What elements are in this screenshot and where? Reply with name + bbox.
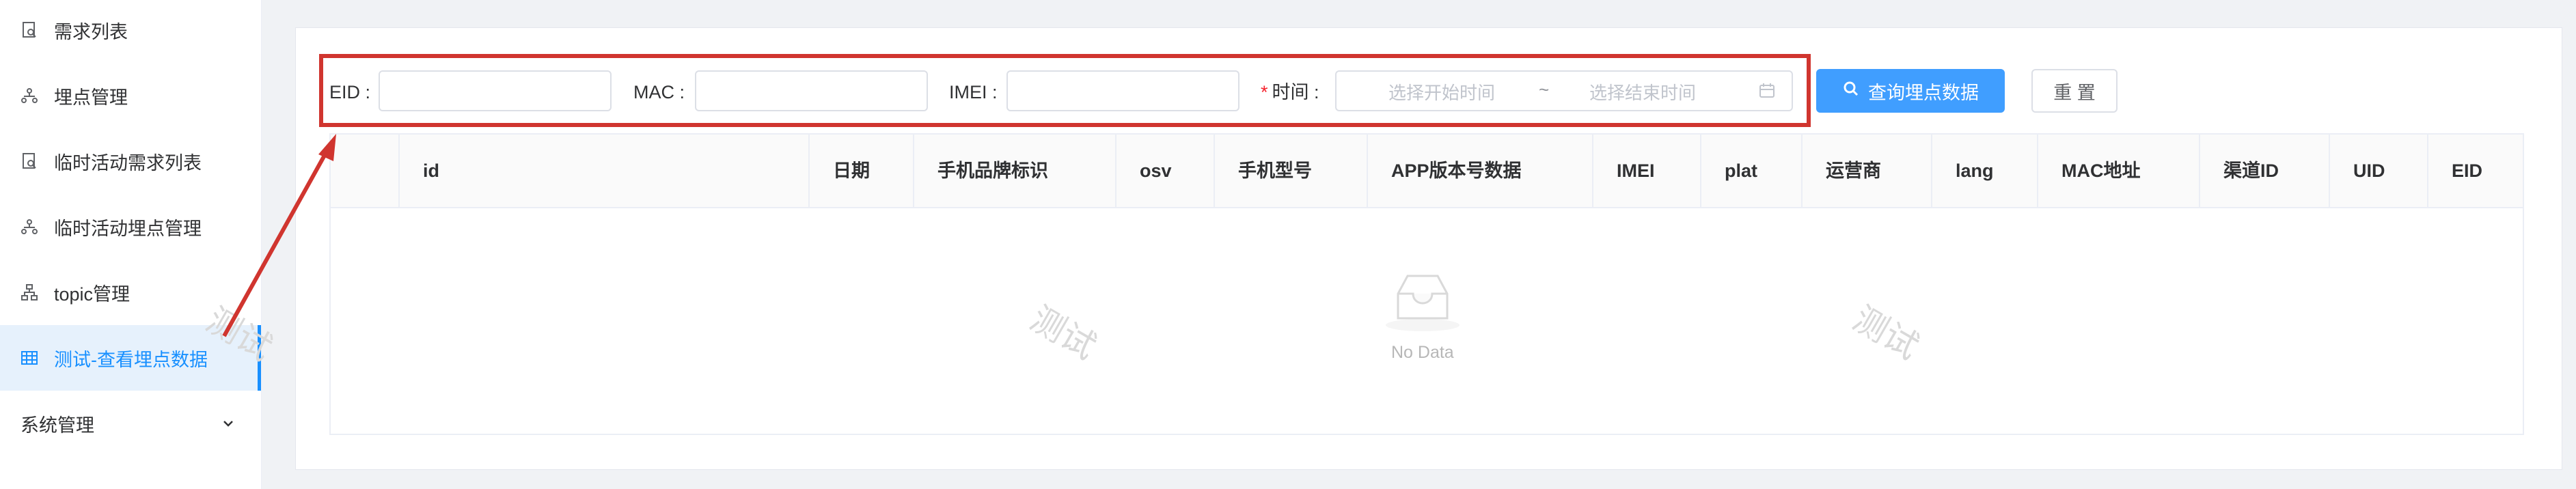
sidebar-item-label: 系统管理	[20, 415, 94, 436]
doc-search-icon	[20, 21, 38, 39]
sidebar-item-label: 测试-查看埋点数据	[54, 349, 208, 370]
sidebar-item-label: 临时活动需求列表	[54, 152, 202, 173]
column-header-imei: IMEI	[1593, 135, 1701, 207]
column-header-channel-id: 渠道ID	[2200, 135, 2330, 207]
sidebar-item-label: 临时活动埋点管理	[54, 218, 202, 239]
column-header-osv: osv	[1116, 135, 1215, 207]
search-icon	[1842, 80, 1860, 102]
empty-text: No Data	[1391, 343, 1454, 362]
network-icon	[20, 87, 38, 104]
column-header-mac: MAC地址	[2038, 135, 2200, 207]
sidebar-item-temp-requirements[interactable]: 临时活动需求列表	[0, 128, 261, 194]
highlight-box	[319, 54, 1811, 127]
column-header-app-version: APP版本号数据	[1368, 135, 1593, 207]
tree-icon	[20, 283, 38, 301]
column-header-carrier: 运营商	[1803, 135, 1932, 207]
network-icon	[20, 218, 38, 236]
column-header-date: 日期	[810, 135, 914, 207]
sidebar-item-requirements[interactable]: 需求列表	[0, 0, 261, 63]
column-header-uid: UID	[2330, 135, 2428, 207]
table-header: id 日期 手机品牌标识 osv 手机型号 APP版本号数据 IMEI plat…	[331, 135, 2523, 208]
column-header-plat: plat	[1701, 135, 1803, 207]
column-header-lang: lang	[1932, 135, 2038, 207]
table-icon	[20, 349, 38, 367]
sidebar-item-system[interactable]: 系统管理	[0, 391, 261, 456]
column-header-eid: EID	[2452, 160, 2483, 181]
reset-button[interactable]: 重 置	[2031, 69, 2118, 113]
data-table: id 日期 手机品牌标识 osv 手机型号 APP版本号数据 IMEI plat…	[329, 133, 2524, 435]
column-header-model: 手机型号	[1215, 135, 1368, 207]
column-header-select	[331, 135, 400, 207]
sidebar-item-label: topic管理	[54, 283, 131, 305]
sidebar-item-tracking[interactable]: 埋点管理	[0, 63, 261, 128]
sidebar-item-label: 埋点管理	[54, 87, 128, 108]
doc-search-icon	[20, 152, 38, 170]
chevron-down-icon	[220, 415, 236, 432]
sidebar-item-temp-tracking[interactable]: 临时活动埋点管理	[0, 194, 261, 260]
empty-inbox-icon	[1383, 268, 1462, 337]
column-header-brand: 手机品牌标识	[914, 135, 1116, 207]
column-header-id: id	[400, 135, 810, 207]
query-button-label: 查询埋点数据	[1868, 82, 1979, 103]
sidebar-item-label: 需求列表	[54, 21, 128, 42]
sidebar: 需求列表 埋点管理 临时活动需求列表 临时活动埋点管理 topic管理 测试-查…	[0, 0, 262, 489]
query-button[interactable]: 查询埋点数据	[1816, 69, 2005, 113]
